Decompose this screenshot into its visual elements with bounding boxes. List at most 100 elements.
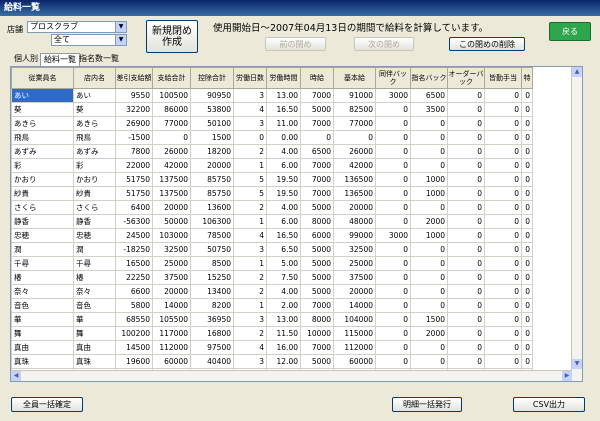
- table-cell[interactable]: 潤: [73, 242, 116, 257]
- table-cell[interactable]: 68550: [115, 312, 153, 327]
- table-cell[interactable]: 7000: [300, 88, 334, 103]
- table-cell[interactable]: 0: [410, 158, 448, 173]
- table-row[interactable]: 椿椿 22250 37500 15250 2 7.50 5000 37500 0 0 0 0 0: [11, 270, 533, 285]
- table-cell[interactable]: 1500: [410, 312, 448, 327]
- table-cell[interactable]: 0: [410, 144, 448, 159]
- table-row[interactable]: かおり かおり 51750 137500 85750 5 19.50 7000 136500 0 1…: [11, 172, 533, 187]
- table-cell[interactable]: 32500: [333, 242, 376, 257]
- table-cell[interactable]: 千尋: [73, 256, 116, 271]
- table-cell[interactable]: 104000: [333, 312, 376, 327]
- table-cell[interactable]: 6500: [300, 144, 334, 159]
- table-cell[interactable]: 7.50: [266, 270, 301, 285]
- table-cell[interactable]: 8500: [190, 256, 234, 271]
- table-cell[interactable]: 0: [447, 284, 485, 299]
- table-cell[interactable]: 7800: [115, 144, 153, 159]
- issue-statements-button[interactable]: 明細一括発行: [392, 397, 462, 412]
- tab-nomination-count[interactable]: 指名数一覧: [76, 53, 122, 65]
- table-cell[interactable]: 7000: [300, 298, 334, 313]
- table-cell[interactable]: 37500: [152, 270, 191, 285]
- table-cell[interactable]: 1000: [410, 228, 448, 243]
- table-cell[interactable]: 16.50: [266, 102, 301, 117]
- table-cell[interactable]: 5000: [300, 270, 334, 285]
- table-cell[interactable]: 16.00: [266, 340, 301, 355]
- table-row[interactable]: 忠穂 忠穂 24500 103000 78500 4 16.50 6000 99000 3000 1…: [11, 228, 533, 243]
- table-cell[interactable]: 0: [484, 116, 522, 131]
- table-cell[interactable]: 華: [11, 312, 74, 327]
- table-cell[interactable]: 0: [521, 102, 533, 117]
- table-cell[interactable]: 97500: [190, 340, 234, 355]
- chevron-down-icon[interactable]: ▼: [115, 22, 126, 32]
- table-cell[interactable]: あきら: [11, 116, 74, 131]
- table-cell[interactable]: 105500: [152, 312, 191, 327]
- table-cell[interactable]: 0: [521, 312, 533, 327]
- table-cell[interactable]: 90950: [190, 88, 234, 103]
- table-cell[interactable]: 0: [375, 242, 411, 257]
- table-cell[interactable]: 0: [410, 242, 448, 257]
- table-cell[interactable]: 112000: [152, 340, 191, 355]
- table-cell[interactable]: 0: [484, 214, 522, 229]
- table-cell[interactable]: 20000: [152, 284, 191, 299]
- table-cell[interactable]: 0: [521, 130, 533, 145]
- table-cell[interactable]: 0: [521, 214, 533, 229]
- table-cell[interactable]: 42000: [152, 158, 191, 173]
- table-cell[interactable]: 0: [375, 158, 411, 173]
- table-cell[interactable]: 0: [447, 144, 485, 159]
- table-row[interactable]: 華華 68550 105500 36950 3 13.00 8000 104000 0 1500 0…: [11, 312, 533, 327]
- confirm-all-button[interactable]: 全員一括確定: [11, 397, 83, 412]
- table-cell[interactable]: 真珠: [11, 354, 74, 369]
- table-cell[interactable]: 0: [233, 130, 267, 145]
- table-cell[interactable]: 0: [447, 158, 485, 173]
- table-cell[interactable]: 0: [447, 270, 485, 285]
- table-cell[interactable]: 50100: [190, 116, 234, 131]
- column-header[interactable]: 差引支給額: [115, 67, 153, 89]
- table-cell[interactable]: 3000: [375, 228, 411, 243]
- table-cell[interactable]: 0: [447, 88, 485, 103]
- table-cell[interactable]: 0: [521, 256, 533, 271]
- table-cell[interactable]: 6500: [410, 88, 448, 103]
- table-cell[interactable]: 10000: [300, 326, 334, 341]
- new-period-button[interactable]: 新規閉め 作成: [146, 20, 198, 53]
- table-cell[interactable]: 2: [233, 270, 267, 285]
- table-cell[interactable]: 0: [447, 200, 485, 215]
- table-cell[interactable]: 1: [233, 214, 267, 229]
- table-cell[interactable]: 100200: [115, 326, 153, 341]
- table-cell[interactable]: 7000: [300, 158, 334, 173]
- table-cell[interactable]: 千尋: [11, 256, 74, 271]
- table-cell[interactable]: 0: [447, 228, 485, 243]
- table-cell[interactable]: 5: [233, 186, 267, 201]
- table-cell[interactable]: 25000: [333, 256, 376, 271]
- table-cell[interactable]: 42000: [333, 158, 376, 173]
- table-cell[interactable]: 3500: [410, 102, 448, 117]
- table-cell[interactable]: 0: [375, 298, 411, 313]
- table-cell[interactable]: 0: [410, 256, 448, 271]
- table-cell[interactable]: 0: [484, 312, 522, 327]
- table-cell[interactable]: 106300: [190, 214, 234, 229]
- table-cell[interactable]: 忠穂: [73, 228, 116, 243]
- table-cell[interactable]: 3: [233, 354, 267, 369]
- csv-export-button[interactable]: CSV出力: [513, 397, 585, 412]
- table-cell[interactable]: 4: [233, 102, 267, 117]
- table-cell[interactable]: 3: [233, 116, 267, 131]
- table-cell[interactable]: 0: [375, 256, 411, 271]
- table-cell[interactable]: -56300: [115, 214, 153, 229]
- table-cell[interactable]: 7000: [300, 340, 334, 355]
- table-cell[interactable]: 6600: [115, 284, 153, 299]
- table-cell[interactable]: 0: [375, 116, 411, 131]
- store-filter-select[interactable]: 全て ▼: [51, 34, 127, 46]
- scroll-up-icon[interactable]: ▲: [572, 67, 582, 77]
- table-cell[interactable]: 0: [484, 88, 522, 103]
- table-cell[interactable]: 0: [484, 172, 522, 187]
- table-cell[interactable]: 0: [375, 102, 411, 117]
- table-cell[interactable]: 0: [375, 130, 411, 145]
- table-cell[interactable]: あずみ: [11, 144, 74, 159]
- table-cell[interactable]: 0: [521, 116, 533, 131]
- table-cell[interactable]: -1500: [115, 130, 153, 145]
- table-cell[interactable]: 椿: [73, 270, 116, 285]
- table-cell[interactable]: 11.00: [266, 116, 301, 131]
- table-cell[interactable]: 5000: [300, 242, 334, 257]
- table-row[interactable]: 葵葵 32200 86000 53800 4 16.50 5000 82500 0 3500 0 0 0: [11, 102, 533, 117]
- table-cell[interactable]: 60000: [333, 354, 376, 369]
- table-cell[interactable]: 1: [233, 298, 267, 313]
- table-cell[interactable]: 5.00: [266, 256, 301, 271]
- table-row[interactable]: あずみ あずみ 7800 26000 18200 2 4.00 6500 26000 0 0 0 0 0: [11, 144, 533, 159]
